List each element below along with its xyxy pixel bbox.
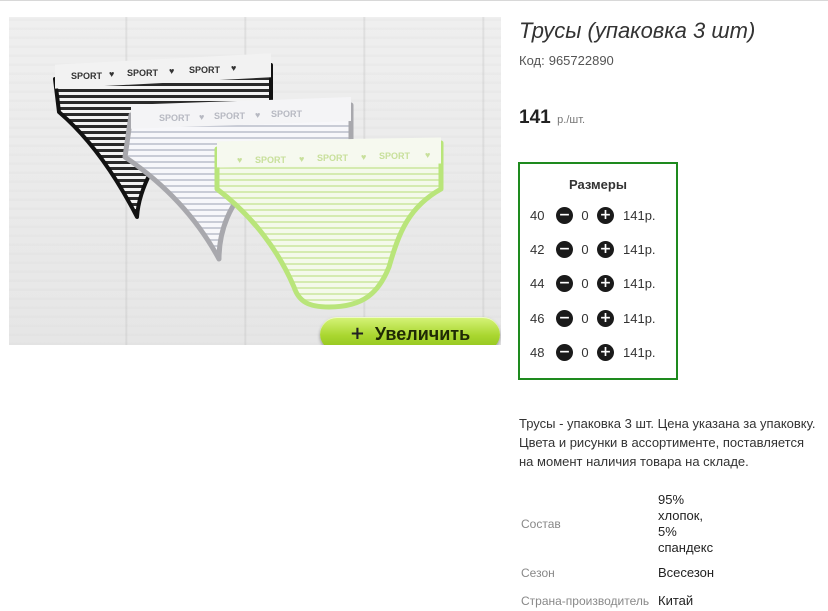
description-line: Цвета и рисунки в ассортименте, поставля… (519, 435, 805, 450)
svg-text:♥: ♥ (425, 150, 430, 160)
product-photo[interactable]: SPORT SPORT SPORT ♥ ♥ ♥ SPORT SPORT SPOR… (9, 17, 501, 345)
svg-text:SPORT: SPORT (255, 155, 287, 165)
size-row-44: 44 − 0 + 141р. (530, 273, 656, 293)
product-code: Код: 965722890 (519, 53, 614, 68)
svg-text:♥: ♥ (199, 112, 204, 122)
svg-text:♥: ♥ (299, 154, 304, 164)
zoom-plus-icon: + (349, 323, 365, 344)
minus-icon[interactable]: − (556, 240, 573, 258)
svg-text:♥: ♥ (231, 63, 236, 73)
minus-icon[interactable]: − (556, 309, 573, 327)
svg-text:SPORT: SPORT (71, 71, 103, 81)
season-value: Всесезон (658, 565, 715, 580)
brief-green: SPORT SPORT SPORT ♥ ♥ ♥ ♥ (214, 137, 444, 310)
composition-line: спандекс (658, 540, 714, 555)
product-price: 141 р./шт. (519, 107, 585, 129)
quantity-value: 0 (581, 275, 589, 291)
quantity-value: 0 (581, 344, 589, 360)
size-price: 141р. (623, 207, 656, 223)
product-code-label: Код: (519, 53, 545, 68)
svg-text:SPORT: SPORT (379, 151, 411, 161)
product-code-value: 965722890 (548, 53, 614, 68)
top-divider (0, 0, 828, 1)
size-label: 46 (530, 310, 545, 326)
product-illustration: SPORT SPORT SPORT ♥ ♥ ♥ SPORT SPORT SPOR… (53, 53, 444, 310)
description-line: Трусы - упаковка 3 шт. Цена указана за у… (519, 416, 816, 431)
svg-text:SPORT: SPORT (159, 113, 191, 123)
plus-icon[interactable]: + (597, 240, 614, 258)
svg-text:♥: ♥ (169, 66, 174, 76)
minus-icon[interactable]: − (556, 343, 573, 361)
size-price: 141р. (623, 344, 656, 360)
composition-label: Состав (521, 517, 561, 531)
composition-line: 5% (658, 524, 677, 539)
composition-value: 95% хлопок, 5% спандекс (658, 492, 713, 556)
size-price: 141р. (623, 241, 656, 257)
quantity-value: 0 (581, 207, 589, 223)
plus-icon[interactable]: + (597, 343, 614, 361)
size-row-46: 46 − 0 + 141р. (530, 308, 656, 328)
country-value: Китай (658, 593, 694, 608)
sizes-panel: Размеры 40 − 0 + 141р. 42 − 0 + 141р. 44… (518, 162, 678, 380)
minus-icon[interactable]: − (556, 274, 573, 292)
svg-text:♥: ♥ (361, 152, 366, 162)
size-label: 44 (530, 275, 545, 291)
svg-text:SPORT: SPORT (271, 109, 303, 119)
composition-line: хлопок, (658, 508, 704, 523)
product-description: Трусы - упаковка 3 шт. Цена указана за у… (519, 414, 828, 471)
svg-text:♥: ♥ (237, 155, 242, 165)
zoom-button-label: Увеличить (374, 323, 471, 344)
size-row-40: 40 − 0 + 141р. (530, 205, 656, 225)
price-value: 141 (519, 107, 551, 128)
plus-icon[interactable]: + (597, 274, 614, 292)
size-row-42: 42 − 0 + 141р. (530, 239, 656, 259)
size-label: 48 (530, 344, 545, 360)
product-title: Трусы (упаковка 3 шт) (519, 18, 756, 43)
quantity-value: 0 (581, 241, 589, 257)
size-price: 141р. (623, 275, 656, 291)
description-line: на момент наличия товара на складе. (519, 454, 749, 469)
plus-icon[interactable]: + (597, 206, 614, 224)
svg-text:SPORT: SPORT (189, 65, 221, 75)
zoom-button[interactable]: + Увеличить (320, 317, 500, 345)
price-unit: р./шт. (557, 114, 586, 126)
minus-icon[interactable]: − (556, 206, 573, 224)
country-label: Страна-производитель (521, 594, 650, 608)
quantity-value: 0 (581, 310, 589, 326)
plus-icon[interactable]: + (597, 309, 614, 327)
sizes-title: Размеры (569, 177, 627, 192)
svg-text:♥: ♥ (109, 69, 114, 79)
size-label: 40 (530, 207, 545, 223)
svg-text:♥: ♥ (255, 110, 260, 120)
size-label: 42 (530, 241, 545, 257)
composition-line: 95% (658, 492, 685, 507)
size-price: 141р. (623, 310, 656, 326)
size-row-48: 48 − 0 + 141р. (530, 342, 656, 362)
season-label: Сезон (521, 566, 555, 580)
svg-text:SPORT: SPORT (127, 68, 159, 78)
svg-text:SPORT: SPORT (317, 153, 349, 163)
svg-text:SPORT: SPORT (214, 111, 246, 121)
